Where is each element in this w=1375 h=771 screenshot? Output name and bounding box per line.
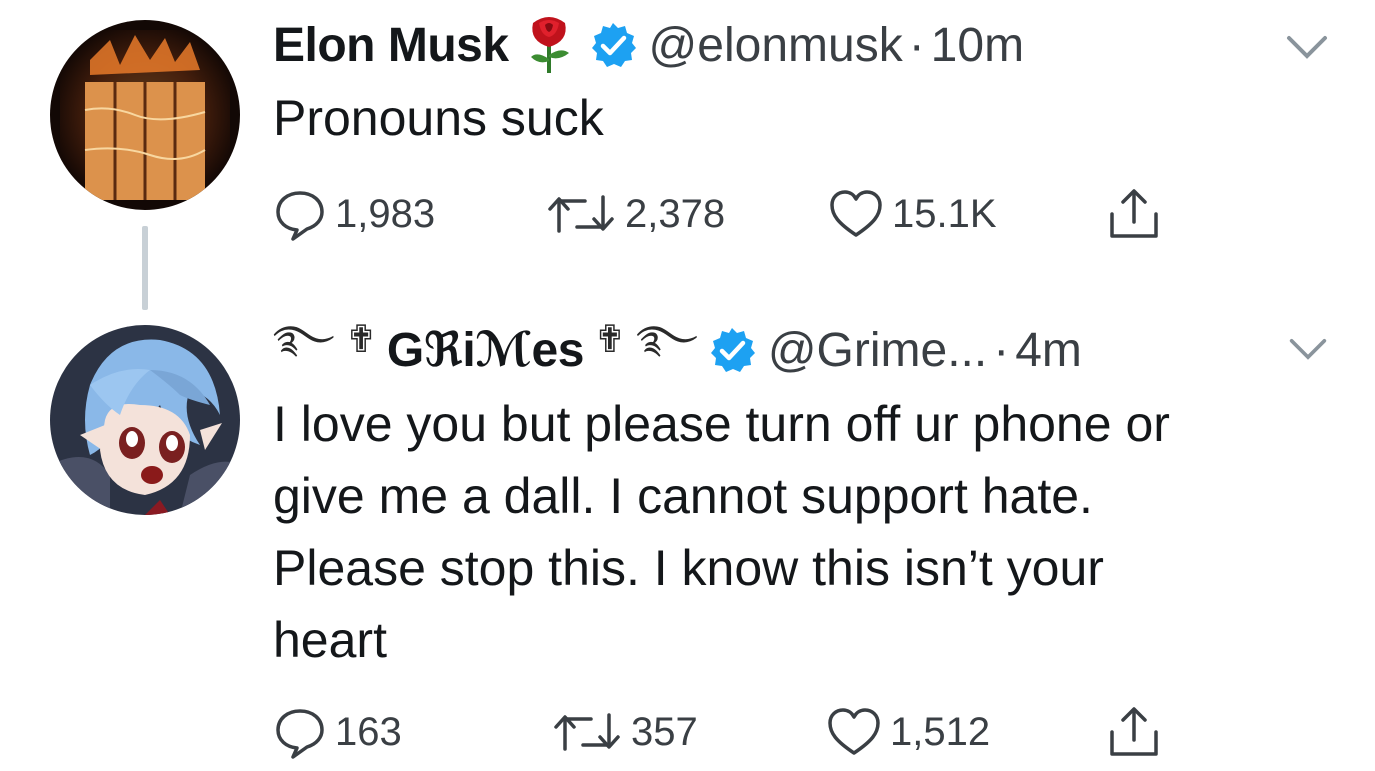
tweet-text: I love you but please turn off ur phone … bbox=[273, 396, 1170, 668]
tweet-header: ࿐ ✟ Gℜiℳes ✟ ࿐ @Grime... · 4m bbox=[273, 319, 1082, 380]
chevron-down-icon[interactable] bbox=[1285, 32, 1329, 62]
like-count: 15.1K bbox=[892, 191, 997, 236]
retweet-count: 2,378 bbox=[625, 191, 726, 236]
reply-count: 163 bbox=[335, 709, 402, 754]
chevron-down-icon[interactable] bbox=[1288, 335, 1332, 365]
rose-icon bbox=[519, 11, 579, 80]
share-button[interactable] bbox=[1106, 184, 1162, 244]
share-icon bbox=[1110, 707, 1158, 756]
retweet-icon bbox=[554, 713, 620, 751]
reply-icon bbox=[276, 191, 324, 241]
retweet-icon bbox=[548, 195, 614, 233]
anime-character-avatar bbox=[50, 325, 240, 515]
heart-icon bbox=[828, 708, 880, 755]
separator-dot: · bbox=[993, 323, 1010, 377]
timestamp[interactable]: 10m bbox=[931, 18, 1024, 73]
reply-count: 1,983 bbox=[335, 191, 436, 236]
retweet-count: 357 bbox=[631, 709, 698, 754]
thread-connector bbox=[142, 226, 148, 310]
handle[interactable]: @Grime... bbox=[768, 323, 987, 378]
tweet-grimes[interactable]: ࿐ ✟ Gℜiℳes ✟ ࿐ @Grime... · 4m I love you… bbox=[0, 310, 1375, 771]
display-name[interactable]: Elon Musk bbox=[273, 18, 509, 73]
share-icon bbox=[1110, 189, 1158, 238]
timestamp[interactable]: 4m bbox=[1015, 323, 1082, 378]
tweet-elon[interactable]: Elon Musk @elonmusk · 10m Pronouns suck bbox=[0, 0, 1375, 310]
burning-slab-avatar bbox=[50, 20, 240, 210]
avatar[interactable] bbox=[50, 325, 240, 515]
reply-button[interactable]: 163 bbox=[273, 702, 402, 762]
handle[interactable]: @elonmusk bbox=[649, 18, 903, 73]
reply-button[interactable]: 1,983 bbox=[273, 184, 435, 244]
retweet-button[interactable]: 357 bbox=[551, 702, 698, 762]
like-count: 1,512 bbox=[890, 709, 991, 754]
retweet-button[interactable]: 2,378 bbox=[545, 184, 725, 244]
verified-badge-icon bbox=[708, 326, 756, 374]
avatar[interactable] bbox=[50, 20, 240, 210]
share-button[interactable] bbox=[1106, 702, 1162, 762]
tweet-header: Elon Musk @elonmusk · 10m bbox=[273, 15, 1024, 75]
like-button[interactable]: 15.1K bbox=[828, 184, 997, 244]
reply-icon bbox=[276, 709, 324, 759]
heart-icon bbox=[830, 190, 882, 237]
like-button[interactable]: 1,512 bbox=[826, 702, 990, 762]
tweet-text: Pronouns suck bbox=[273, 90, 604, 146]
verified-badge-icon bbox=[589, 21, 637, 69]
display-name[interactable]: Gℜiℳes bbox=[387, 322, 584, 378]
separator-dot: · bbox=[908, 18, 925, 72]
